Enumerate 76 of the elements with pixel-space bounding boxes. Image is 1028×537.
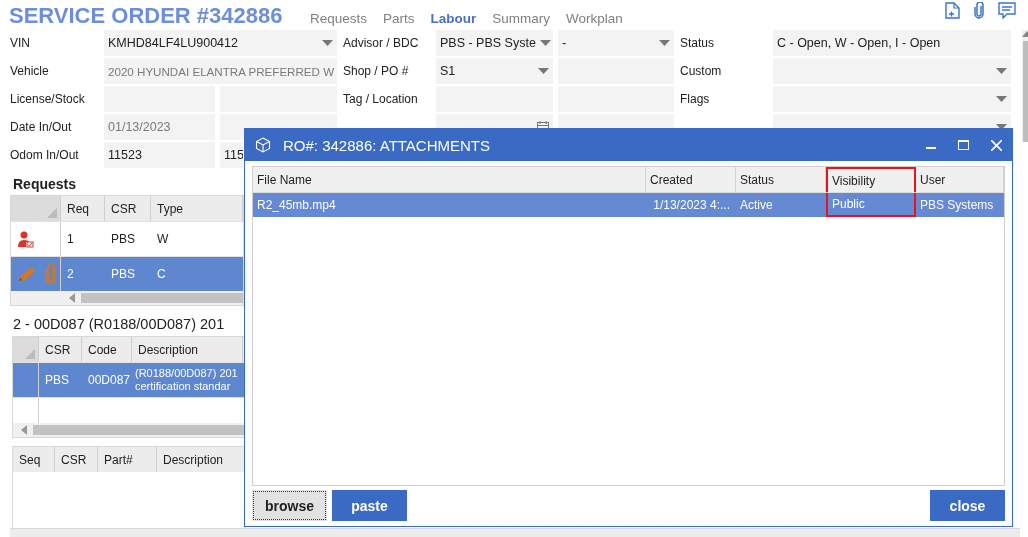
table-cell-text: Active: [739, 197, 774, 214]
scroll-left-icon[interactable]: [21, 425, 29, 435]
section-title: 2 - 00D087 (R0188/00D087) 201: [13, 316, 226, 332]
page-title: SERVICE ORDER #342886: [9, 2, 284, 30]
dialog-title: RO#: 342886: ATTACHMENTS: [283, 136, 490, 154]
table-cell-text: 00D087: [87, 372, 132, 389]
field-label: Vehicle: [10, 64, 50, 78]
column-header[interactable]: CSR: [105, 196, 151, 221]
column-header[interactable]: File Name: [253, 167, 646, 192]
caret-icon: [538, 68, 549, 74]
cell-text: (R0188/00D087) 201: [135, 367, 238, 380]
table-cell-text: PBS: [110, 266, 136, 283]
field-label: Status: [680, 36, 716, 50]
text-field[interactable]: 115: [220, 142, 243, 168]
caret-icon: [659, 40, 670, 46]
browse-button[interactable]: browse: [252, 490, 327, 521]
nav-tab[interactable]: Requests: [310, 11, 368, 26]
column-header[interactable]: Part#: [98, 447, 157, 472]
dropdown[interactable]: S1: [436, 58, 553, 84]
corner-triangle-icon: [25, 349, 35, 359]
table-cell-text: PBS: [44, 372, 70, 389]
scrollbar[interactable]: [13, 423, 245, 437]
field-label: Custom: [680, 64, 723, 78]
action-button[interactable]: close: [930, 490, 1005, 521]
caret-icon: [539, 40, 551, 46]
action-button[interactable]: paste: [332, 490, 407, 521]
paperclip-icon[interactable]: [974, 2, 984, 19]
field-label: Flags: [680, 92, 711, 106]
table-cell-text: W: [156, 231, 170, 248]
caret-icon: [996, 68, 1007, 74]
text-field[interactable]: 11523: [104, 142, 215, 168]
column-header[interactable]: User: [916, 167, 1004, 192]
nav-tab[interactable]: Parts: [383, 11, 415, 26]
person-check-icon: [17, 230, 34, 248]
cell-text: certification standar: [135, 380, 231, 393]
field-label: Tag / Location: [343, 92, 419, 106]
close-icon[interactable]: [991, 139, 1002, 151]
scrollbar[interactable]: [11, 291, 243, 305]
table-cell: Public: [826, 193, 916, 217]
section-title: Requests: [13, 176, 78, 192]
nav-tab[interactable]: Workplan: [566, 11, 623, 26]
column-header[interactable]: Req: [61, 196, 105, 221]
pencil-icon: [17, 265, 37, 283]
column-header[interactable]: CSR: [55, 447, 98, 472]
dropdown[interactable]: -: [558, 30, 674, 56]
table-cell-text: PBS Systems: [919, 197, 995, 214]
nav-tab[interactable]: Summary: [492, 11, 551, 26]
scroll-left-icon[interactable]: [69, 293, 77, 303]
column-header[interactable]: Type: [151, 196, 243, 221]
dropdown[interactable]: PBS - PBS Syste: [436, 30, 553, 56]
comment-icon[interactable]: [998, 2, 1016, 19]
field-label: Advisor / BDC: [343, 36, 420, 50]
field-label: Date In/Out: [10, 120, 73, 134]
caret-icon: [322, 40, 333, 46]
field-label: Odom In/Out: [10, 148, 80, 162]
column-header[interactable]: Seq: [13, 447, 55, 472]
table-cell-text: 1: [66, 231, 75, 248]
dropdown[interactable]: KMHD84LF4LU900412: [104, 30, 337, 56]
field-label: License/Stock: [10, 92, 86, 106]
table-row[interactable]: 2 PBS C: [11, 256, 243, 291]
maximize-icon[interactable]: [958, 140, 969, 150]
field-label: Shop / PO #: [343, 64, 410, 78]
field-label: VIN: [10, 36, 31, 50]
caret-icon: [996, 96, 1007, 102]
column-header[interactable]: Created: [646, 167, 736, 192]
text-field[interactable]: C - Open, W - Open, I - Open: [773, 30, 1011, 56]
nav-tab[interactable]: Labour: [430, 11, 477, 26]
table-cell-text: 2: [66, 266, 75, 283]
table-cell-text: 1/13/2023 4:...: [652, 197, 731, 214]
table-cell-text: C: [156, 266, 167, 283]
table-cell-text: PBS: [110, 231, 136, 248]
column-header[interactable]: Status: [736, 167, 826, 192]
table-cell-text: R2_45mb.mp4: [256, 197, 337, 214]
cube-icon: [255, 137, 271, 153]
corner-triangle-icon: [47, 208, 57, 218]
new-document-icon[interactable]: [945, 2, 960, 19]
